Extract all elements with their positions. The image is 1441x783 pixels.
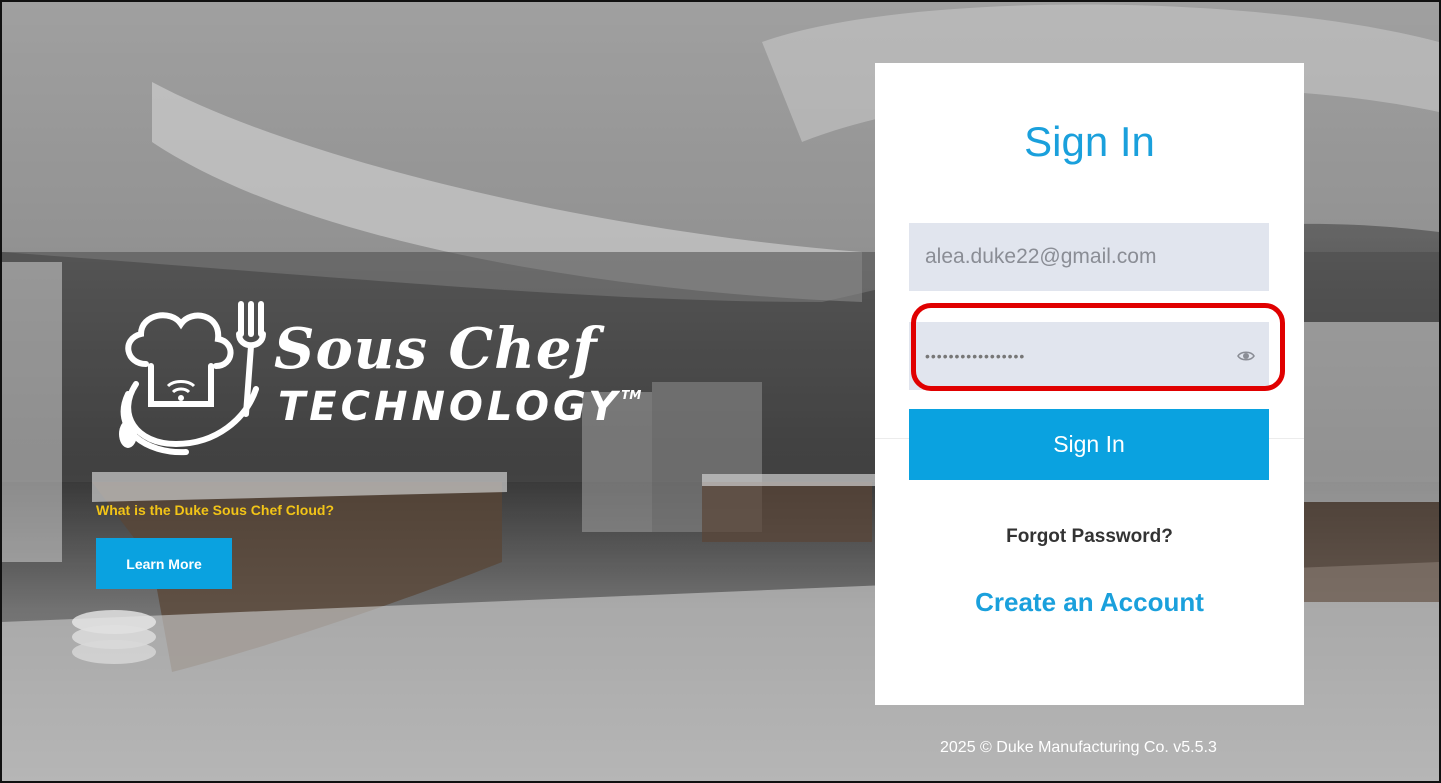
signin-button[interactable]: Sign In [909, 409, 1269, 480]
eye-icon[interactable] [1237, 348, 1255, 364]
create-account-link[interactable]: Create an Account [875, 587, 1304, 618]
footer-copyright: 2025 © Duke Manufacturing Co. v5.5.3 [940, 739, 1217, 756]
learn-more-button[interactable]: Learn More [96, 538, 232, 589]
tagline: What is the Duke Sous Chef Cloud? [96, 502, 335, 518]
email-field[interactable] [909, 223, 1269, 291]
logo-subtitle-text: TECHNOLOGY [278, 384, 622, 430]
sous-chef-logo: Sous Chef TECHNOLOGYTM [106, 294, 641, 464]
logo-title: Sous Chef [274, 316, 598, 382]
forgot-password-link[interactable]: Forgot Password? [875, 526, 1304, 548]
trademark: TM [621, 388, 642, 402]
chef-hat-fork-icon [119, 301, 266, 456]
password-input[interactable] [909, 322, 1269, 390]
logo-subtitle: TECHNOLOGYTM [278, 384, 641, 430]
signin-title: Sign In [1024, 118, 1155, 165]
email-input[interactable] [909, 223, 1269, 291]
app-window: Sous Chef TECHNOLOGYTM What is the Duke … [0, 0, 1441, 783]
password-field[interactable] [909, 322, 1269, 390]
signin-card: Sign In Sign In Forgot Password? Create … [875, 63, 1304, 705]
